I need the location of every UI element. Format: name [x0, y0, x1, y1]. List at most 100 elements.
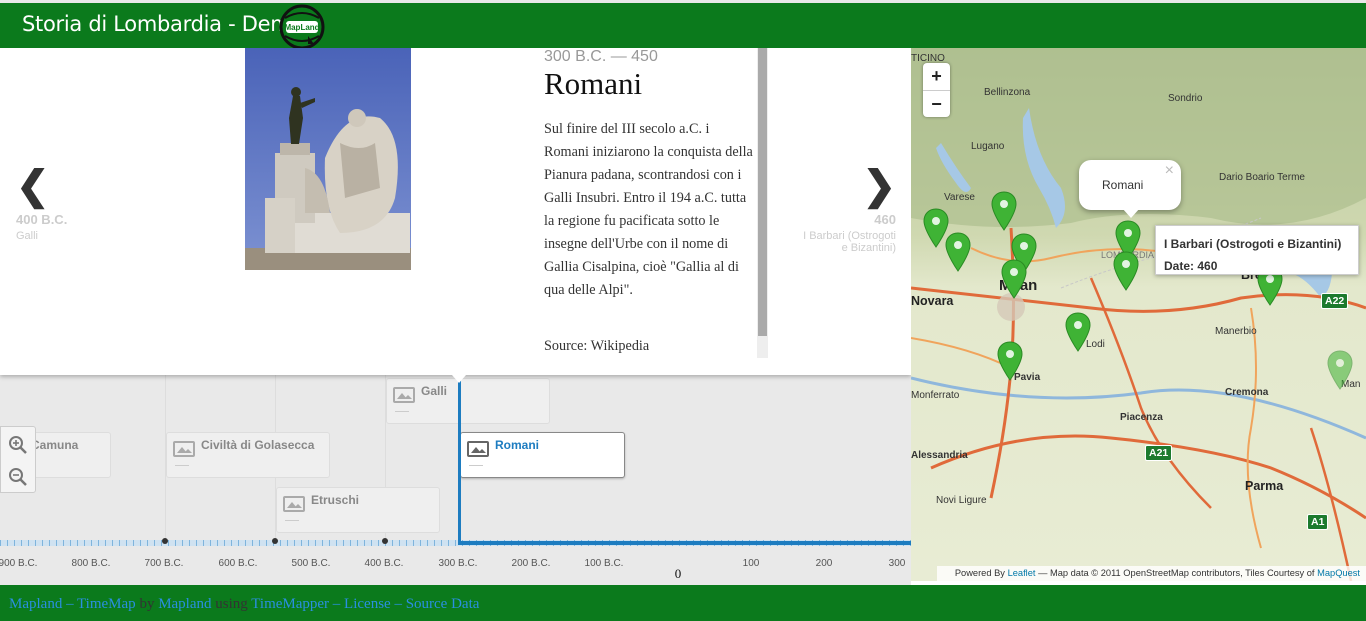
timeline-marker-pointer — [452, 375, 466, 383]
map-marker-pin-icon[interactable] — [1001, 259, 1027, 299]
event-dash — [469, 465, 483, 466]
map-marker-pin-icon[interactable] — [1113, 251, 1139, 291]
timeline-event-etruschi[interactable]: Etruschi — [276, 487, 440, 533]
previous-slide-label: Galli — [16, 230, 39, 242]
axis-tick: 200 — [815, 558, 833, 569]
tooltip-title: I Barbari (Ostrogoti e Bizantini) — [1164, 237, 1342, 251]
footer-text-using: using — [215, 596, 248, 612]
footer-link-license[interactable]: License — [344, 596, 391, 612]
map-label: Sondrio — [1168, 93, 1203, 104]
axis-tick: 900 B.C. — [0, 558, 38, 569]
app-header: Storia di Lombardia - Demo MapLand — [0, 0, 1366, 50]
close-icon[interactable]: × — [1165, 162, 1174, 180]
event-label: Camuna — [31, 438, 79, 452]
axis-tick: 100 — [742, 558, 760, 569]
zoom-in-icon[interactable] — [8, 435, 28, 455]
attribution-prefix: Powered By — [954, 568, 1005, 578]
map-label: Bellinzona — [984, 87, 1031, 98]
map-marker-pin-icon[interactable] — [945, 232, 971, 272]
axis-tick: 600 B.C. — [218, 558, 258, 569]
next-slide-date: 460 — [874, 212, 896, 227]
popup-tip — [1122, 208, 1140, 218]
axis-tick: 500 B.C. — [291, 558, 331, 569]
map-marker-pin-icon[interactable] — [1065, 312, 1091, 352]
map-label: Manerbio — [1215, 326, 1257, 337]
timeline-axis[interactable]: 900 B.C. 800 B.C. 700 B.C. 600 B.C. 500 … — [0, 538, 911, 585]
next-slide-button[interactable]: ❯ 460 I Barbari (Ostrogoti e Bizantini) — [800, 166, 896, 254]
slide-photo — [245, 48, 411, 270]
slide-source: Source: Wikipedia — [544, 338, 650, 354]
leaflet-link[interactable]: Leaflet — [1008, 568, 1036, 578]
map-marker-pin-icon[interactable] — [991, 191, 1017, 231]
slide-title: Romani — [544, 66, 643, 101]
timeline-zoom-controls — [0, 426, 36, 493]
map-view[interactable]: TICINO Bellinzona Sondrio Lugano Varese … — [911, 48, 1366, 581]
event-dash — [395, 411, 409, 412]
map-zoom-controls: + − — [923, 63, 950, 117]
axis-zero-label: 0 — [674, 566, 682, 581]
map-label: Alessandria — [911, 450, 968, 461]
event-label: Civiltà di Golasecca — [201, 438, 315, 452]
logo-text: MapLand — [284, 23, 319, 32]
map-label: Dario Boario Terme — [1219, 172, 1305, 183]
road-shield: A1 — [1307, 514, 1329, 530]
axis-event-dot — [382, 538, 388, 544]
popup-text: Romani — [1102, 178, 1144, 192]
previous-slide-button[interactable]: ❮ 400 B.C. Galli — [16, 166, 126, 242]
timeline-event-galli[interactable]: Galli — [386, 378, 550, 424]
app-title[interactable]: Storia di Lombardia - Demo — [22, 12, 303, 36]
event-label: Galli — [421, 384, 448, 398]
map-zoom-in-button[interactable]: + — [923, 63, 950, 90]
event-dash — [175, 465, 189, 466]
map-label: Piacenza — [1120, 412, 1163, 423]
axis-event-dot — [272, 538, 278, 544]
map-marker-pin-icon[interactable] — [1327, 350, 1353, 390]
map-popup: Romani × — [1079, 160, 1181, 218]
chevron-left-icon[interactable]: ❮ — [16, 166, 126, 206]
road-shield: A21 — [1145, 445, 1173, 461]
map-label: Monferrato — [911, 390, 960, 401]
footer-link-mapland[interactable]: Mapland — [158, 596, 211, 612]
map-label: Varese — [944, 192, 975, 203]
axis-active-range — [459, 541, 911, 545]
footer-separator: – — [332, 596, 341, 612]
map-label: Novi Ligure — [936, 495, 987, 506]
image-icon — [467, 441, 489, 457]
axis-tick: 300 B.C. — [438, 558, 478, 569]
slide-body: Sul finire del III secolo a.C. i Romani … — [544, 121, 753, 298]
map-label: Lugano — [971, 141, 1005, 152]
tooltip-date: Date: 460 — [1164, 259, 1218, 273]
slide-dates: 300 B.C. — 450 — [544, 48, 658, 65]
chevron-right-icon[interactable]: ❯ — [800, 166, 896, 206]
map-label: Cremona — [1225, 387, 1269, 398]
timeline-current-marker[interactable] — [458, 375, 461, 545]
scrollbar-thumb[interactable] — [758, 48, 767, 336]
zoom-out-icon[interactable] — [8, 467, 28, 487]
slide-panel: 300 B.C. — 450 Romani Sul finire del III… — [0, 48, 911, 375]
map-marker-pin-icon[interactable] — [997, 341, 1023, 381]
footer-link-source-data[interactable]: Source Data — [406, 596, 480, 612]
mapland-logo-icon[interactable]: MapLand — [277, 4, 327, 50]
footer-text-by: by — [139, 596, 155, 612]
attribution-middle: — Map data © 2011 OpenStreetMap contribu… — [1038, 568, 1315, 578]
slide-scrollbar[interactable] — [757, 48, 768, 358]
mapquest-link[interactable]: MapQuest — [1317, 568, 1360, 578]
event-dash — [285, 520, 299, 521]
axis-tick: 400 B.C. — [364, 558, 404, 569]
footer-link-timemapper[interactable]: TimeMapper — [251, 596, 329, 612]
image-icon — [173, 441, 195, 457]
image-icon — [393, 387, 415, 403]
footer: Mapland – TimeMap by Mapland using TimeM… — [0, 585, 1366, 621]
timeline-event-golasecca[interactable]: Civiltà di Golasecca — [166, 432, 330, 478]
map-label: Parma — [1245, 479, 1284, 493]
previous-slide-date: 400 B.C. — [16, 212, 68, 227]
footer-link-timemap[interactable]: Mapland – TimeMap — [9, 596, 136, 612]
timeline-event-romani[interactable]: Romani — [460, 432, 625, 478]
axis-tick: 700 B.C. — [144, 558, 184, 569]
map-zoom-out-button[interactable]: − — [923, 90, 950, 117]
axis-tick: 300 — [888, 558, 906, 569]
map-tooltip: I Barbari (Ostrogoti e Bizantini) Date: … — [1155, 225, 1359, 275]
event-label: Etruschi — [311, 493, 360, 507]
footer-separator: – — [394, 596, 402, 612]
next-slide-label: I Barbari (Ostrogoti e Bizantini) — [803, 230, 896, 254]
